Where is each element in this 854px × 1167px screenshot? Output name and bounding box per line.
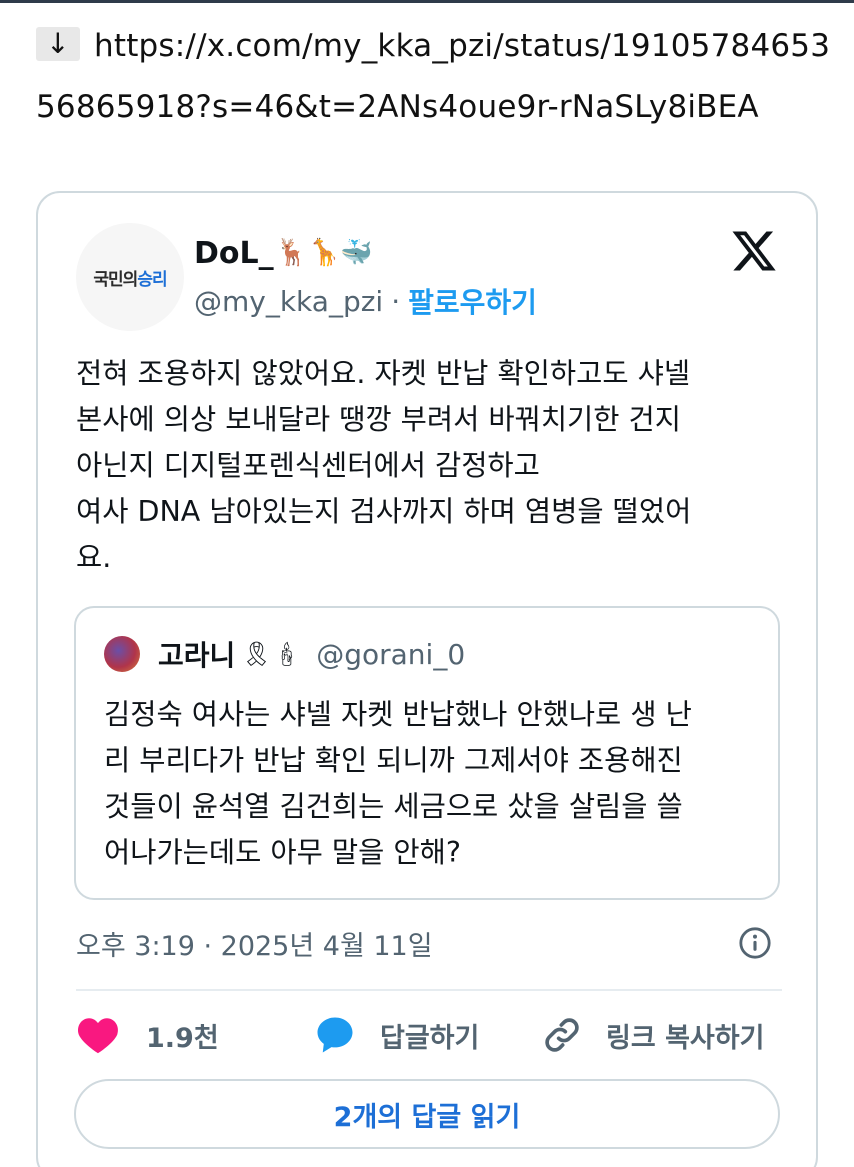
read-replies-label: 2개의 답글 읽기 bbox=[333, 1101, 521, 1133]
like-count: 1.9천 bbox=[146, 1022, 219, 1054]
quoted-text: 김정숙 여사는 샤넬 자켓 반납했나 안했나로 생 난 리 부리다가 반납 확인… bbox=[104, 698, 692, 869]
read-replies-button[interactable]: 2개의 답글 읽기 bbox=[74, 1079, 780, 1149]
avatar[interactable]: 국민의 승리 bbox=[76, 223, 184, 331]
copy-link-label: 링크 복사하기 bbox=[606, 1022, 765, 1054]
separator-dot: · bbox=[391, 284, 401, 318]
copy-link-button[interactable]: 링크 복사하기 bbox=[542, 1011, 764, 1059]
top-rule bbox=[0, 0, 854, 3]
speech-bubble-icon bbox=[317, 1017, 353, 1053]
down-arrow-icon: ↓ bbox=[36, 27, 80, 61]
timestamp[interactable]: 오후 3:19 · 2025년 4월 11일 bbox=[76, 921, 433, 965]
divider bbox=[76, 989, 782, 991]
action-bar: 1.9천 답글하기 링크 복사하기 bbox=[76, 1011, 782, 1059]
reply-button[interactable]: 답글하기 bbox=[314, 1011, 479, 1059]
author-name-row[interactable]: DoL_ 🦌🦒🐳 bbox=[194, 233, 373, 273]
like-button[interactable]: 1.9천 bbox=[76, 1011, 219, 1059]
avatar-text-b: 승리 bbox=[137, 269, 167, 290]
link-url[interactable]: https://x.com/my_kka_pzi/status/19105784… bbox=[36, 28, 830, 125]
author-display-name[interactable]: DoL_ bbox=[194, 236, 274, 271]
reply-label: 답글하기 bbox=[380, 1022, 480, 1054]
avatar-text-a: 국민의 bbox=[93, 269, 138, 290]
quoted-header: 고라니 🎗🕯 @gorani_0 bbox=[158, 632, 465, 676]
author-handle[interactable]: @my_kka_pzi bbox=[194, 285, 383, 318]
author-handle-row: @my_kka_pzi · 팔로우하기 bbox=[194, 281, 537, 321]
shared-link[interactable]: ↓ https://x.com/my_kka_pzi/status/1910578… bbox=[36, 16, 836, 138]
link-icon bbox=[545, 1018, 579, 1052]
quoted-name-emojis: 🎗🕯 bbox=[241, 640, 303, 668]
quoted-handle: @gorani_0 bbox=[316, 637, 466, 671]
x-logo-icon[interactable] bbox=[728, 227, 780, 275]
timestamp-text[interactable]: 오후 3:19 · 2025년 4월 11일 bbox=[76, 924, 433, 963]
tweet-text: 전혀 조용하지 않았어요. 자켓 반납 확인하고도 샤넬 본사에 의상 보내달라… bbox=[76, 357, 692, 574]
tweet-embed-card[interactable]: 국민의 승리 DoL_ 🦌🦒🐳 @my_kka_pzi · 팔로우하기 전혀 조용… bbox=[36, 191, 818, 1167]
quoted-avatar[interactable] bbox=[104, 636, 140, 672]
info-icon[interactable] bbox=[738, 926, 772, 960]
heart-icon bbox=[78, 1018, 118, 1054]
follow-button[interactable]: 팔로우하기 bbox=[408, 281, 537, 321]
quoted-tweet[interactable]: 고라니 🎗🕯 @gorani_0 김정숙 여사는 샤넬 자켓 반납했나 안했나로… bbox=[74, 606, 780, 900]
author-name-emojis: 🦌🦒🐳 bbox=[275, 238, 373, 268]
quoted-display-name: 고라니 bbox=[158, 639, 236, 672]
